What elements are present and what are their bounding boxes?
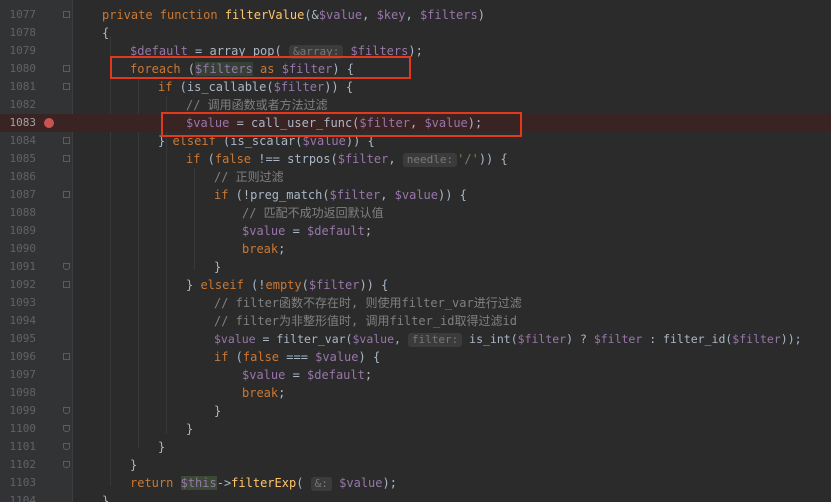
code-line[interactable]: 1089 $value = $default; (0, 222, 831, 240)
code-line[interactable]: 1090 break; (0, 240, 831, 258)
line-number: 1104 (9, 494, 37, 502)
fold-end-marker-icon[interactable] (63, 407, 70, 414)
line-number: 1101 (9, 440, 37, 453)
fold-marker-icon[interactable] (63, 11, 70, 18)
line-code: $value = filter_var($value, filter: is_i… (214, 332, 802, 347)
fold-marker-icon[interactable] (63, 191, 70, 198)
line-number: 1090 (9, 242, 37, 255)
code-line[interactable]: 1102 } (0, 456, 831, 474)
code-line[interactable]: 1104 } (0, 492, 831, 502)
parameter-hint: filter: (407, 333, 463, 347)
code-line[interactable]: 1081 if (is_callable($filter)) { (0, 78, 831, 96)
code-line[interactable]: 1086 // 正则过滤 (0, 168, 831, 186)
fold-end-marker-icon[interactable] (63, 443, 70, 450)
line-code: } elseif (!empty($filter)) { (186, 278, 389, 292)
line-code: } (130, 458, 138, 472)
line-number: 1078 (9, 26, 37, 39)
code-line[interactable]: 1085 if (false !== strpos($filter, needl… (0, 150, 831, 168)
line-number: 1100 (9, 422, 37, 435)
line-number: 1080 (9, 62, 37, 75)
line-number: 1081 (9, 80, 37, 93)
code-comment: // 匹配不成功返回默认值 (242, 206, 384, 220)
fold-end-marker-icon[interactable] (63, 263, 70, 270)
code-line[interactable]: 1091 } (0, 258, 831, 276)
line-code: { (102, 26, 110, 40)
code-line[interactable]: 1088 // 匹配不成功返回默认值 (0, 204, 831, 222)
line-number: 1102 (9, 458, 37, 471)
line-number: 1094 (9, 314, 37, 327)
line-code: break; (242, 242, 286, 256)
line-code: } (214, 404, 222, 418)
line-code: $value = $default; (242, 224, 373, 238)
fold-marker-icon[interactable] (63, 353, 70, 360)
code-line[interactable]: 1092 } elseif (!empty($filter)) { (0, 276, 831, 294)
parameter-hint: &: (310, 477, 332, 491)
line-number: 1096 (9, 350, 37, 363)
line-number: 1091 (9, 260, 37, 273)
code-line[interactable]: 1101 } (0, 438, 831, 456)
annotation-box-call-user-func (161, 112, 522, 137)
line-code: return $this->filterExp( &: $value); (130, 476, 397, 491)
line-number: 1088 (9, 206, 37, 219)
fold-marker-icon[interactable] (63, 83, 70, 90)
code-line[interactable]: 1099 } (0, 402, 831, 420)
line-number: 1082 (9, 98, 37, 111)
annotation-box-foreach (110, 56, 411, 79)
code-line[interactable]: 1095 $value = filter_var($value, filter:… (0, 330, 831, 348)
line-number: 1099 (9, 404, 37, 417)
code-line[interactable]: 1078 { (0, 24, 831, 42)
line-number: 1093 (9, 296, 37, 309)
line-number: 1083 (9, 116, 37, 129)
line-code: $value = $default; (242, 368, 373, 382)
line-code: } (186, 422, 194, 436)
fold-marker-icon[interactable] (63, 155, 70, 162)
code-editor[interactable]: 1077 private function filterValue(&$valu… (0, 0, 831, 502)
code-line[interactable]: 1100 } (0, 420, 831, 438)
line-number: 1086 (9, 170, 37, 183)
line-number: 1092 (9, 278, 37, 291)
line-number: 1087 (9, 188, 37, 201)
code-line[interactable]: 1098 break; (0, 384, 831, 402)
code-line[interactable]: 1096 if (false === $value) { (0, 348, 831, 366)
line-code: } (102, 494, 110, 502)
line-number: 1085 (9, 152, 37, 165)
parameter-hint: needle: (402, 153, 458, 167)
line-code: } (214, 260, 222, 274)
line-number: 1097 (9, 368, 37, 381)
code-line[interactable]: 1103 return $this->filterExp( &: $value)… (0, 474, 831, 492)
line-code: } (158, 440, 166, 454)
fold-end-marker-icon[interactable] (63, 461, 70, 468)
code-comment: // 正则过滤 (214, 170, 284, 184)
fold-marker-icon[interactable] (63, 137, 70, 144)
line-code: if (is_callable($filter)) { (158, 80, 354, 94)
line-code: if (false !== strpos($filter, needle: '/'… (186, 152, 508, 167)
code-line[interactable]: 1093 // filter函数不存在时, 则使用filter_var进行过滤 (0, 294, 831, 312)
code-line[interactable]: 1097 $value = $default; (0, 366, 831, 384)
line-number: 1098 (9, 386, 37, 399)
line-code: if (!preg_match($filter, $value)) { (214, 188, 467, 202)
code-comment: // filter为非整形值时, 调用filter_id取得过滤id (214, 314, 517, 328)
code-line[interactable]: 1094 // filter为非整形值时, 调用filter_id取得过滤id (0, 312, 831, 330)
line-code: if (false === $value) { (214, 350, 381, 364)
code-comment: // filter函数不存在时, 则使用filter_var进行过滤 (214, 296, 522, 310)
line-number: 1095 (9, 332, 37, 345)
line-code: break; (242, 386, 286, 400)
line-number: 1077 (9, 8, 37, 21)
line-number: 1103 (9, 476, 37, 489)
line-number: 1079 (9, 44, 37, 57)
breakpoint-icon[interactable] (44, 118, 54, 128)
fold-end-marker-icon[interactable] (63, 425, 70, 432)
fold-marker-icon[interactable] (63, 65, 70, 72)
line-number: 1084 (9, 134, 37, 147)
code-line[interactable]: 1087 if (!preg_match($filter, $value)) { (0, 186, 831, 204)
fold-marker-icon[interactable] (63, 281, 70, 288)
line-number: 1089 (9, 224, 37, 237)
line-code: private function filterValue(&$value, $k… (102, 8, 485, 22)
code-line[interactable]: 1077 private function filterValue(&$valu… (0, 6, 831, 24)
